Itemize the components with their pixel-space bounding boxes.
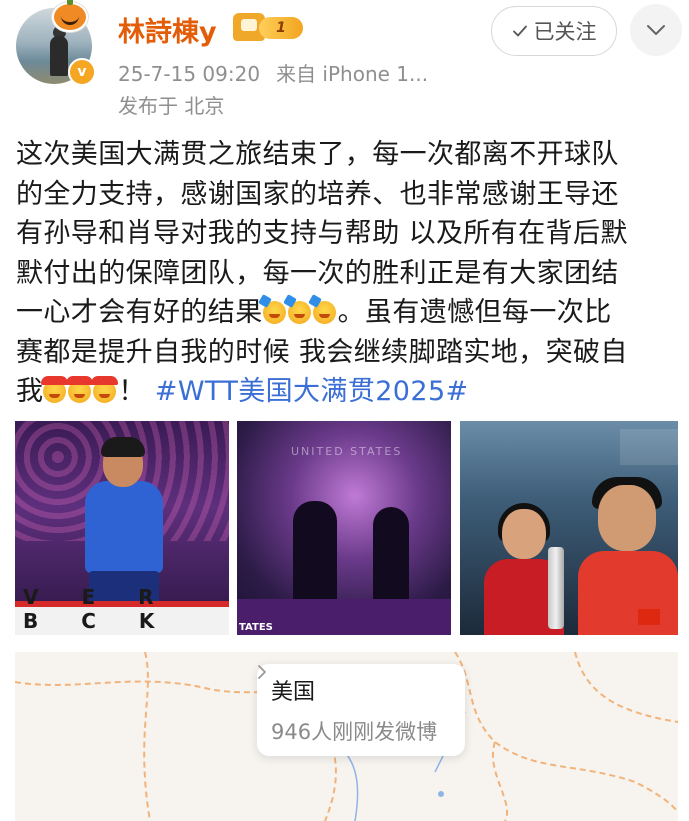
avatar-person-body	[50, 36, 68, 76]
arena-banner: V E R B C K	[15, 585, 229, 635]
chevron-down-icon	[647, 25, 665, 35]
stage-floor: TATES	[237, 599, 451, 635]
map-country-name: 美国	[271, 680, 316, 705]
post-source: 来自 iPhone 1...	[276, 62, 429, 86]
follow-label: 已关注	[533, 20, 597, 44]
photo-thumbnail-2[interactable]: UNITED STATES TATES	[237, 421, 451, 635]
celebrate-emoji-icon	[312, 301, 336, 324]
party-hat-emoji-icon	[66, 376, 94, 403]
vip-level: 1	[259, 17, 303, 39]
vip-badge[interactable]: 1	[233, 13, 305, 41]
verified-badge-icon: v	[68, 58, 96, 86]
post-text-segment: 我	[16, 376, 44, 407]
post-line: 有孙导和肖导对我的支持与帮助 以及所有在背后默	[16, 218, 628, 249]
post-line: 一心才会有好的结果 。虽有遗憾但每一次比	[16, 293, 680, 333]
hashtag-link[interactable]: #WTT美国大满贯2025#	[155, 376, 469, 407]
map-post-count: 946人刚刚发微博	[271, 720, 438, 744]
more-options-button[interactable]	[630, 4, 682, 56]
party-hat-emoji-icon	[41, 376, 69, 403]
player-jacket	[578, 551, 678, 635]
china-flag-icon	[638, 609, 660, 625]
follow-button[interactable]: 已关注	[491, 6, 617, 56]
check-icon	[512, 25, 527, 37]
photo-thumbnail-3[interactable]	[460, 421, 678, 635]
arena-banner-text: V E R B C K	[23, 585, 173, 633]
post-line: 这次美国大满贯之旅结束了，每一次都离不开球队	[16, 139, 619, 170]
post-line: 赛都是提升自我的时候 我会继续脚踏实地，突破自	[16, 336, 628, 368]
post-line: 的全力支持，感谢国家的培养、也非常感谢王导还	[16, 178, 619, 210]
player-face	[598, 485, 656, 551]
photo-thumbnail-1[interactable]: V E R B C K	[15, 421, 229, 635]
post-text-segment: 。虽有遗憾但每一次比	[337, 297, 612, 328]
username[interactable]: 林詩棟y	[118, 10, 217, 49]
post-time: 25-7-15 09:20	[118, 62, 261, 86]
player-hair	[101, 437, 145, 457]
player-jersey	[85, 481, 163, 573]
pumpkin-pendant-icon	[52, 0, 88, 32]
celebrate-emoji-icon	[262, 301, 286, 324]
celebrate-emoji-icon	[287, 301, 311, 324]
map-location-popup[interactable]: 美国 946人刚刚发微博	[257, 664, 465, 756]
post-meta: 25-7-15 09:20 来自 iPhone 1...	[118, 58, 428, 87]
post-line: 默付出的保障团队，每一次的胜利正是有大家团结	[16, 257, 619, 289]
backdrop-text: UNITED STATES	[291, 445, 403, 458]
post-text-segment: ！	[118, 376, 146, 407]
location-map-card[interactable]: 美国 946人刚刚发微博	[15, 652, 678, 821]
trophy	[548, 547, 564, 629]
post-text-segment: 一心才会有好的结果	[16, 297, 263, 328]
stage-sign-text: TATES	[239, 622, 273, 633]
venue-signage	[620, 429, 678, 465]
chevron-right-icon	[258, 665, 266, 679]
silhouette-person	[293, 501, 337, 611]
player-face	[502, 509, 546, 559]
post-line: 我 ！ #WTT美国大满贯2025#	[16, 372, 680, 412]
post-location: 发布于 北京	[118, 94, 225, 118]
post-body: 这次美国大满贯之旅结束了，每一次都离不开球队 的全力支持，感谢国家的培养、也非常…	[16, 135, 680, 412]
party-hat-emoji-icon	[91, 376, 119, 403]
